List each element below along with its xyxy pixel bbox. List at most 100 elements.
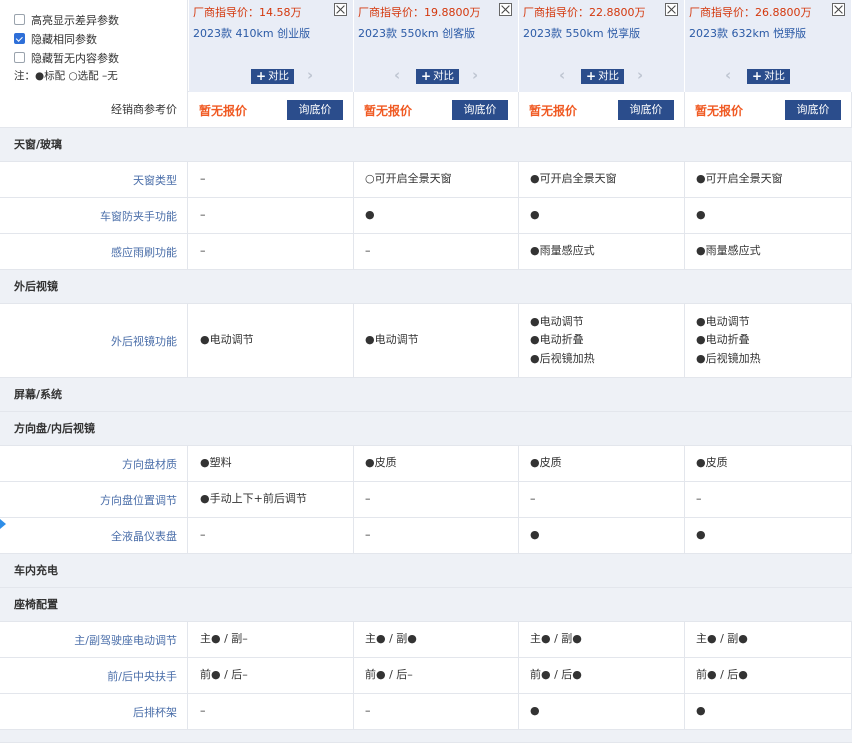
- spec-value-line: ●: [530, 208, 540, 222]
- section-header: 天窗/玻璃: [0, 128, 852, 162]
- spec-value-line: 主● / 副●: [530, 632, 582, 646]
- spec-value-line: ●皮质: [530, 456, 562, 470]
- spec-value-line: ●皮质: [696, 456, 728, 470]
- option-2[interactable]: 隐藏暂无内容参数: [14, 48, 187, 67]
- spec-value: –: [519, 482, 685, 517]
- close-icon[interactable]: [665, 3, 678, 16]
- section-header: 外后视镜: [0, 270, 852, 304]
- spec-value-line: ●: [696, 528, 706, 542]
- spec-value-line: ●电动折叠: [530, 333, 584, 347]
- spec-value: –: [189, 518, 354, 553]
- option-0[interactable]: 高亮显示差异参数: [14, 10, 187, 29]
- spec-value: ●皮质: [519, 446, 685, 481]
- spec-label: 前/后中央扶手: [0, 658, 188, 693]
- spec-value: ●皮质: [354, 446, 519, 481]
- spec-value: 主● / 副–: [189, 622, 354, 657]
- dealer-price-row: 经销商参考价 暂无报价 询底价 暂无报价 询底价 暂无报价 询底价 暂无报价 询底价: [0, 92, 852, 128]
- spec-value-line: ●塑料: [200, 456, 232, 470]
- spec-value-line: ●电动调节: [696, 314, 750, 328]
- spec-value-line: –: [200, 244, 206, 258]
- model-link[interactable]: 2023款 632km 悦野版: [689, 25, 845, 41]
- ask-price-button[interactable]: 询底价: [618, 100, 674, 120]
- spec-value-line: ●: [365, 208, 375, 222]
- spec-label: 全液晶仪表盘: [0, 518, 188, 553]
- spec-value: 前● / 后●: [519, 658, 685, 693]
- dealer-price-cell: 暂无报价 询底价: [189, 92, 354, 128]
- checkbox[interactable]: [14, 33, 25, 44]
- spec-label: 方向盘位置调节: [0, 482, 188, 517]
- guide-price: 厂商指导价：26.8800万: [689, 6, 812, 19]
- spec-value: –: [189, 162, 354, 197]
- spec-value: 前● / 后●: [685, 658, 852, 693]
- compare-button[interactable]: + 对比: [251, 69, 295, 84]
- model-link[interactable]: 2023款 410km 创业版: [193, 25, 347, 41]
- spec-value: ●电动调节: [354, 304, 519, 377]
- spec-label: 外后视镜功能: [0, 304, 188, 377]
- spec-value-line: ●后视镜加热: [696, 351, 761, 365]
- car-column-3: 厂商指导价：26.8800万 2023款 632km 悦野版 + 对比 ‹: [685, 0, 852, 92]
- chevron-left-icon[interactable]: ‹: [559, 66, 565, 84]
- checkbox[interactable]: [14, 52, 25, 63]
- spec-value: –: [189, 694, 354, 729]
- spec-value-line: 主● / 副●: [696, 632, 748, 646]
- plus-icon: +: [752, 69, 763, 83]
- spec-row: 车窗防夹手功能 – ● ● ●: [0, 198, 852, 234]
- model-link[interactable]: 2023款 550km 悦享版: [523, 25, 678, 41]
- spec-label: 方向盘材质: [0, 446, 188, 481]
- ask-price-button[interactable]: 询底价: [785, 100, 841, 120]
- chevron-right-icon[interactable]: ›: [472, 66, 478, 84]
- no-price-text: 暂无报价: [695, 104, 744, 118]
- checkbox[interactable]: [14, 14, 25, 25]
- spec-value-line: 前● / 后–: [200, 668, 248, 682]
- spec-value: ●塑料: [189, 446, 354, 481]
- config-compare-page: 高亮显示差异参数 隐藏相同参数 隐藏暂无内容参数 注：●标配 ○选配 –无 厂商指导价…: [0, 0, 852, 743]
- spec-row: 主/副驾驶座电动调节 主● / 副– 主● / 副● 主● / 副● 主● / 副●: [0, 622, 852, 658]
- spec-value: ●电动调节: [189, 304, 354, 377]
- chevron-left-icon[interactable]: ‹: [725, 66, 731, 84]
- spec-value-line: 主● / 副–: [200, 632, 248, 646]
- chevron-left-icon[interactable]: ‹: [394, 66, 400, 84]
- compare-button[interactable]: + 对比: [416, 69, 460, 84]
- spec-value-line: ●雨量感应式: [696, 244, 761, 258]
- spec-value: –: [354, 518, 519, 553]
- spec-value: ○可开启全景天窗: [354, 162, 519, 197]
- spec-label: 车窗防夹手功能: [0, 198, 188, 233]
- option-1[interactable]: 隐藏相同参数: [14, 29, 187, 48]
- no-price-text: 暂无报价: [529, 104, 578, 118]
- spec-row: 后排杯架 – – ● ●: [0, 694, 852, 730]
- ask-price-button[interactable]: 询底价: [452, 100, 508, 120]
- car-column-1: 厂商指导价：19.8800万 2023款 550km 创客版 + 对比 ‹ ›: [354, 0, 519, 92]
- chevron-right-icon[interactable]: ›: [637, 66, 643, 84]
- compare-label: 对比: [268, 70, 290, 82]
- spec-value: ●雨量感应式: [519, 234, 685, 269]
- compare-button[interactable]: + 对比: [581, 69, 625, 84]
- spec-value-line: –: [365, 244, 371, 258]
- spec-value-line: ●电动调节: [530, 314, 584, 328]
- spec-value-line: –: [200, 172, 206, 186]
- close-icon[interactable]: [499, 3, 512, 16]
- close-icon[interactable]: [832, 3, 845, 16]
- spec-value-line: 前● / 后●: [530, 668, 582, 682]
- spec-value-line: –: [365, 704, 371, 718]
- spec-value-line: –: [200, 704, 206, 718]
- spec-value: 主● / 副●: [685, 622, 852, 657]
- spec-value-line: –: [696, 492, 702, 506]
- spec-value: –: [354, 694, 519, 729]
- spec-value-line: ●可开启全景天窗: [530, 172, 617, 186]
- close-icon[interactable]: [334, 3, 347, 16]
- spec-value: ●手动上下+前后调节: [189, 482, 354, 517]
- model-link[interactable]: 2023款 550km 创客版: [358, 25, 512, 41]
- spec-value-line: ●可开启全景天窗: [696, 172, 783, 186]
- plus-icon: +: [256, 69, 267, 83]
- dealer-price-cell: 暂无报价 询底价: [519, 92, 685, 128]
- spec-value: ●电动调节 ●电动折叠 ●后视镜加热: [685, 304, 852, 377]
- compare-header: 高亮显示差异参数 隐藏相同参数 隐藏暂无内容参数 注：●标配 ○选配 –无 厂商指导价…: [0, 0, 852, 92]
- arrow-right-icon[interactable]: [0, 514, 6, 534]
- ask-price-button[interactable]: 询底价: [287, 100, 343, 120]
- compare-button[interactable]: + 对比: [747, 69, 791, 84]
- option-label: 隐藏暂无内容参数: [31, 51, 119, 65]
- spec-value-line: ●电动调节: [365, 333, 419, 347]
- section-header: 车内充电: [0, 554, 852, 588]
- spec-value-line: –: [530, 492, 536, 506]
- chevron-right-icon[interactable]: ›: [307, 66, 313, 84]
